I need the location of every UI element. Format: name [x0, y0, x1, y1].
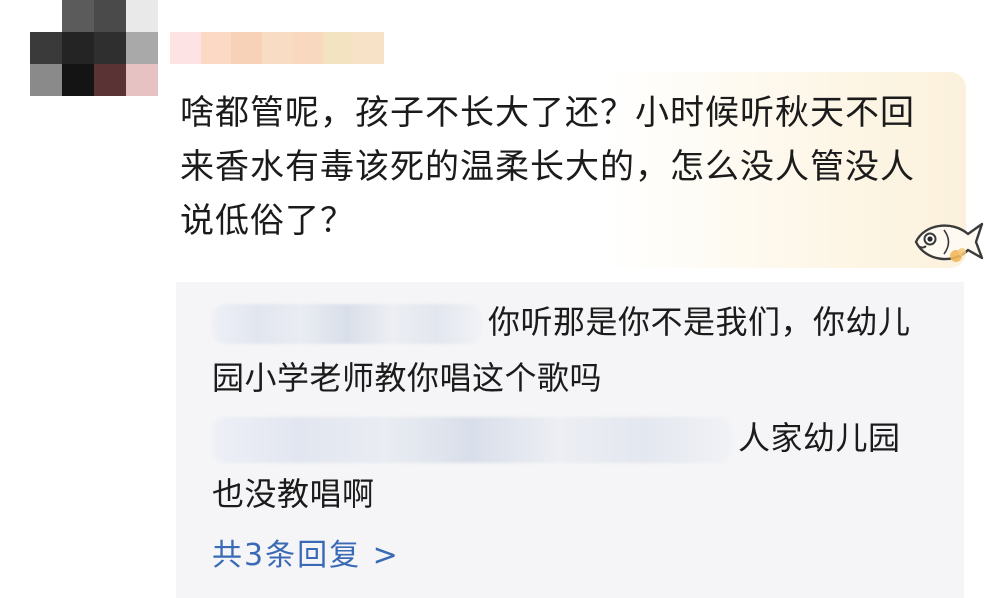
reply-username-blurred[interactable]: [212, 304, 482, 344]
more-replies-link[interactable]: 共3条回复 >: [212, 532, 400, 580]
reply-item[interactable]: 你听那是你不是我们，你幼儿园小学老师教你唱这个歌吗: [212, 294, 932, 406]
username-blurred[interactable]: [170, 32, 385, 64]
comment-text[interactable]: 啥都管呢，孩子不长大了还？小时候听秋天不回来香水有毒该死的温柔长大的，怎么没人管…: [180, 86, 940, 248]
fish-sticker-icon: [914, 222, 984, 262]
avatar[interactable]: [30, 0, 158, 128]
reply-username-blurred[interactable]: [212, 417, 732, 463]
reply-item[interactable]: 人家幼儿园也没教唱啊: [212, 410, 932, 522]
